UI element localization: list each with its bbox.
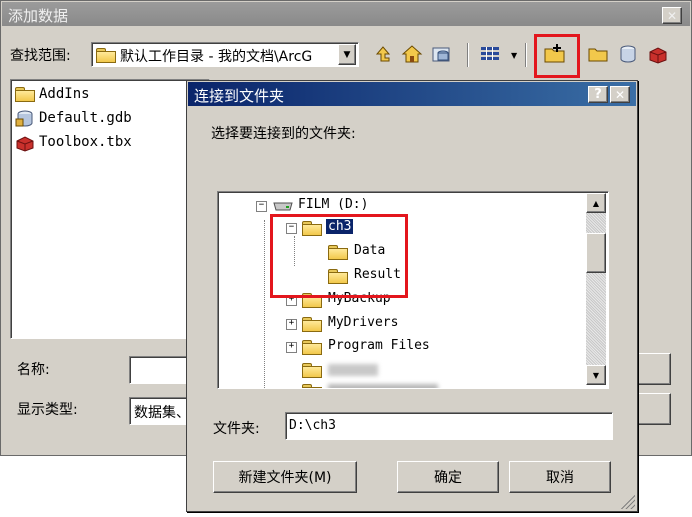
tree-item-label: MyDrivers bbox=[328, 315, 399, 330]
connect-folder-titlebar[interactable]: 连接到文件夹 ? ✕ bbox=[188, 82, 636, 106]
close-icon: ✕ bbox=[666, 8, 678, 23]
folder-icon bbox=[302, 317, 322, 333]
toolbar-separator bbox=[467, 43, 469, 67]
prompt-text: 选择要连接到的文件夹: bbox=[211, 126, 356, 142]
tree-item-label: Program Files bbox=[328, 338, 430, 353]
list-item[interactable]: Toolbox.tbx bbox=[15, 134, 195, 152]
list-item[interactable]: Default.gdb bbox=[15, 110, 195, 128]
close-icon: ✕ bbox=[614, 87, 626, 102]
blurred-label bbox=[328, 384, 438, 388]
close-button[interactable]: ✕ bbox=[610, 86, 630, 103]
file-list[interactable]: AddIns Default.gdb Toolbox.tbx bbox=[10, 79, 210, 339]
tree-item-mydrivers[interactable]: + MyDrivers bbox=[284, 314, 484, 334]
toolbox-icon bbox=[15, 134, 35, 152]
arrow-up-icon: ▲ bbox=[592, 198, 600, 208]
file-name: Default.gdb bbox=[39, 110, 132, 126]
expand-icon[interactable]: + bbox=[286, 342, 297, 353]
ch3-highlight bbox=[270, 214, 408, 298]
geodatabase-icon bbox=[15, 110, 35, 128]
scroll-up-button[interactable]: ▲ bbox=[586, 193, 606, 213]
resize-grip[interactable] bbox=[619, 493, 635, 509]
help-icon: ? bbox=[594, 87, 602, 102]
type-value: 数据集、 bbox=[134, 405, 190, 421]
connect-gdb-icon[interactable] bbox=[431, 44, 451, 64]
add-data-title: 添加数据 bbox=[8, 7, 69, 25]
connect-folder-title: 连接到文件夹 bbox=[194, 87, 285, 105]
tree-item-blurred[interactable] bbox=[284, 360, 484, 380]
collapse-icon[interactable]: − bbox=[256, 201, 267, 212]
view-dropdown-icon[interactable]: ▼ bbox=[511, 51, 517, 60]
toolbar-separator-2 bbox=[525, 43, 527, 67]
folder-icon bbox=[302, 340, 322, 356]
ok-button[interactable]: 确定 bbox=[397, 461, 499, 493]
folder-path-value: D:\ch3 bbox=[289, 418, 336, 433]
help-button[interactable]: ? bbox=[588, 86, 608, 103]
new-folder-button[interactable]: 新建文件夹(M) bbox=[213, 461, 357, 493]
lookin-dropdown-button[interactable]: ▼ bbox=[338, 44, 356, 65]
tree-scrollbar[interactable]: ▲ ▼ bbox=[586, 193, 606, 385]
tree-item-label: FILM (D:) bbox=[298, 197, 369, 212]
home-icon[interactable] bbox=[401, 44, 423, 64]
scroll-down-button[interactable]: ▼ bbox=[586, 365, 606, 385]
folder-icon bbox=[15, 87, 35, 103]
expand-icon[interactable]: + bbox=[286, 319, 297, 330]
lookin-value: 默认工作目录 - 我的文档\ArcG bbox=[120, 49, 313, 65]
folder-home-icon bbox=[96, 47, 116, 63]
close-button[interactable]: ✕ bbox=[662, 7, 682, 24]
connect-folder-highlight bbox=[534, 34, 580, 78]
folder-icon bbox=[302, 384, 322, 388]
cancel-button[interactable]: 取消 bbox=[509, 461, 611, 493]
add-data-titlebar[interactable]: 添加数据 ✕ bbox=[2, 2, 690, 26]
scroll-thumb[interactable] bbox=[586, 233, 606, 273]
drive-icon bbox=[272, 200, 294, 212]
folder-label: 文件夹: bbox=[213, 421, 260, 437]
tree-item-program-files[interactable]: + Program Files bbox=[284, 337, 504, 357]
file-name: AddIns bbox=[39, 86, 90, 102]
new-database-icon[interactable] bbox=[617, 44, 637, 64]
name-label: 名称: bbox=[17, 362, 50, 378]
ok-button-label: 确定 bbox=[434, 470, 462, 486]
cancel-button-label: 取消 bbox=[546, 470, 574, 486]
new-folder-icon[interactable] bbox=[587, 44, 608, 64]
list-item[interactable]: AddIns bbox=[15, 86, 195, 104]
tree-item-blurred[interactable] bbox=[284, 381, 484, 388]
view-list-icon[interactable] bbox=[479, 44, 499, 64]
new-toolbox-icon[interactable] bbox=[647, 44, 667, 64]
file-name: Toolbox.tbx bbox=[39, 134, 132, 150]
arrow-down-icon: ▼ bbox=[592, 370, 600, 380]
folder-path-input[interactable]: D:\ch3 bbox=[285, 412, 613, 440]
folder-icon bbox=[302, 363, 322, 379]
type-label: 显示类型: bbox=[17, 402, 78, 418]
lookin-label: 查找范围: bbox=[10, 48, 71, 64]
lookin-combobox[interactable]: 默认工作目录 - 我的文档\ArcG ▼ bbox=[91, 42, 359, 67]
up-one-level-icon[interactable] bbox=[373, 44, 393, 64]
tree-item-film-drive[interactable]: − FILM (D:) bbox=[254, 196, 454, 216]
chevron-down-icon: ▼ bbox=[343, 49, 351, 60]
connect-folder-dialog: 连接到文件夹 ? ✕ 选择要连接到的文件夹: − FILM (D:) − ch3 bbox=[186, 80, 638, 512]
tree-line bbox=[264, 220, 265, 388]
blurred-label bbox=[328, 364, 378, 376]
new-folder-button-label: 新建文件夹(M) bbox=[238, 470, 332, 486]
